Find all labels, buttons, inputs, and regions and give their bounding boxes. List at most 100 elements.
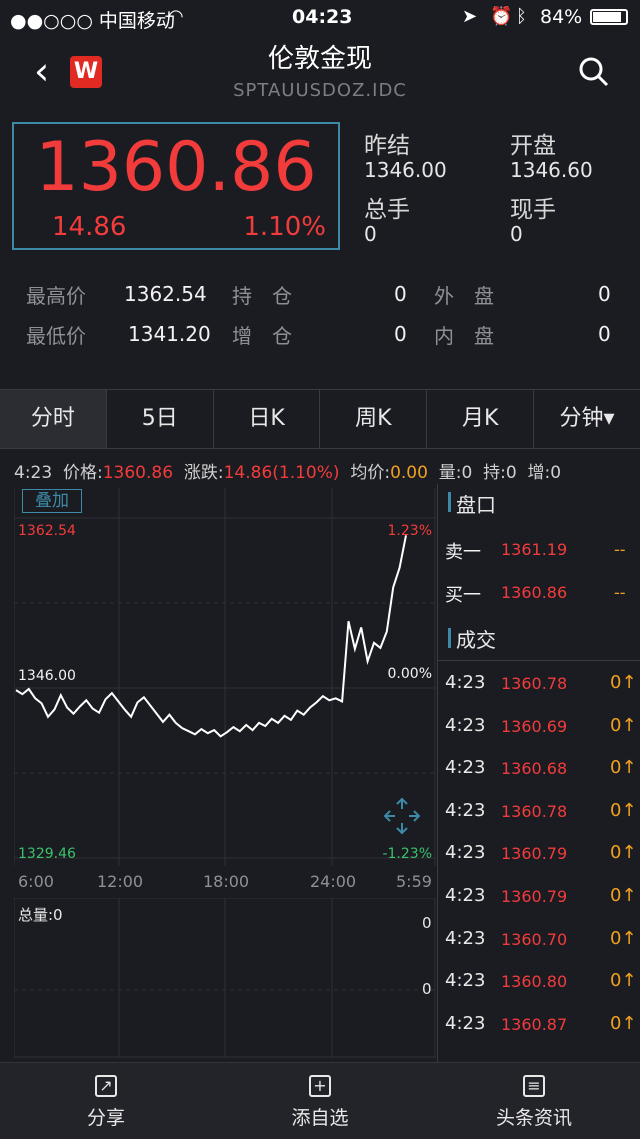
- ask-price: 1361.19: [501, 540, 568, 559]
- trade-row: 4:23 1360.69 0↑: [438, 715, 640, 758]
- low-label: 最低价: [26, 324, 86, 348]
- x-tick-1: 12:00: [97, 872, 144, 891]
- pct-axis-high: 1.23%: [387, 523, 432, 539]
- tab-weekly-k[interactable]: 周K: [320, 390, 428, 448]
- period-tabs: 分时 5日 日K 周K 月K 分钟▾: [0, 389, 640, 449]
- trades-title-marker: [448, 628, 451, 648]
- battery-percent: 84%: [540, 6, 583, 28]
- news-label: 头条资讯: [495, 1107, 572, 1129]
- trade-row: 4:23 1360.87 0↑: [438, 1013, 640, 1056]
- total-label: 总手: [364, 197, 410, 223]
- trade-row: 4:23 1360.78 0↑: [438, 672, 640, 715]
- inc-label: 增 仓: [232, 324, 292, 348]
- trade-time: 4:23: [445, 714, 486, 736]
- open-value: 1346.60: [510, 158, 593, 182]
- tab-intraday[interactable]: 分时: [0, 390, 107, 448]
- info-chg-label: 涨跌:: [183, 463, 224, 483]
- trade-row: 4:23 1360.80 0↑: [438, 970, 640, 1013]
- tab-minute[interactable]: 分钟▾: [534, 390, 640, 448]
- bottom-toolbar: ↗ 分享 + 添自选 ≡ 头条资讯: [0, 1062, 640, 1139]
- plus-icon: +: [309, 1075, 331, 1097]
- bid-price: 1360.86: [501, 583, 568, 602]
- tab-5day[interactable]: 5日: [107, 390, 214, 448]
- add-watchlist-button[interactable]: + 添自选: [260, 1075, 380, 1130]
- prev-close-label: 昨结: [364, 133, 410, 159]
- pct-axis-low: -1.23%: [382, 846, 432, 862]
- volume-axis-bottom: 0: [422, 980, 432, 998]
- info-hold: 持:0: [483, 463, 517, 483]
- info-vol: 量:0: [438, 463, 473, 483]
- order-book-panel: 盘口 卖一 1361.19 -- 买一 1360.86 -- 成交 4:23 13…: [437, 484, 640, 1062]
- x-tick-0: 6:00: [18, 872, 54, 891]
- trade-price: 1360.78: [501, 674, 568, 693]
- trade-price: 1360.70: [501, 929, 568, 949]
- trades-title: 成交: [456, 628, 496, 652]
- intraday-chart[interactable]: [14, 488, 436, 866]
- symbol-code: SPTAUUSDOZ.IDC: [233, 80, 407, 101]
- price-change: 14.86: [52, 212, 127, 242]
- info-inc: 增:0: [527, 463, 562, 483]
- trade-row: 4:23 1360.70 0↑: [438, 928, 640, 971]
- hold-value: 0: [394, 282, 407, 306]
- status-bar: ●●○○○ 中国移动 ◠ 04:23 ➤ ⏰ ᛒ 84%: [0, 0, 640, 36]
- price-change-pct: 1.10%: [243, 212, 326, 242]
- hold-label: 持 仓: [232, 284, 292, 308]
- share-icon: ↗: [95, 1075, 117, 1097]
- trade-list[interactable]: 4:23 1360.78 0↑ 4:23 1360.69 0↑ 4:23 1360.68 0↑ 4…: [438, 672, 640, 1055]
- volume-chart: [14, 898, 436, 1058]
- trade-time: 4:23: [445, 842, 486, 864]
- chart-grid: [14, 488, 436, 866]
- trade-price: 1360.68: [501, 759, 568, 779]
- battery-icon: [590, 9, 628, 25]
- bluetooth-icon: ᛒ: [516, 6, 527, 27]
- overlay-button[interactable]: 叠加: [22, 489, 82, 513]
- wifi-icon: ◠: [168, 6, 184, 27]
- volume-grid: [14, 898, 436, 1058]
- current-label: 现手: [510, 197, 556, 223]
- trade-price: 1360.80: [501, 972, 568, 992]
- tab-monthly-k[interactable]: 月K: [427, 390, 535, 448]
- trade-time: 4:23: [445, 672, 486, 693]
- y-axis-high: 1362.54: [18, 523, 76, 539]
- trade-price: 1360.79: [501, 886, 568, 906]
- trade-row: 4:23 1360.78 0↑: [438, 800, 640, 843]
- open-label: 开盘: [510, 133, 556, 159]
- x-tick-2: 18:00: [203, 872, 250, 891]
- trade-volume: 0↑: [610, 672, 637, 693]
- fullscreen-icon[interactable]: [384, 798, 420, 834]
- bid-volume: --: [614, 583, 626, 602]
- current-value: 0: [510, 222, 523, 246]
- search-icon[interactable]: [578, 56, 610, 88]
- page-title: 伦敦金现: [267, 44, 372, 74]
- trade-volume: 0↑: [610, 799, 637, 821]
- divider: [438, 660, 640, 661]
- trade-volume: 0↑: [610, 842, 637, 864]
- trade-price: 1360.79: [501, 844, 568, 864]
- crosshair-info: 4:23 价格:1360.86 涨跌:14.86(1.10%) 均价:0.00 …: [14, 458, 640, 483]
- info-price: 1360.86: [102, 463, 174, 483]
- info-avg: 0.00: [390, 463, 428, 483]
- last-price: 1360.86: [35, 128, 317, 207]
- trade-row: 4:23 1360.79 0↑: [438, 885, 640, 928]
- trade-volume: 0↑: [610, 884, 637, 906]
- ask-volume: --: [614, 540, 626, 559]
- trade-time: 4:23: [445, 757, 486, 779]
- trade-time: 4:23: [445, 799, 486, 821]
- info-time: 4:23: [14, 463, 53, 483]
- high-value: 1362.54: [124, 282, 207, 306]
- trade-price: 1360.69: [501, 716, 568, 736]
- alarm-icon: ⏰: [490, 6, 513, 27]
- news-button[interactable]: ≡ 头条资讯: [474, 1075, 594, 1130]
- x-tick-4: 5:59: [396, 872, 432, 891]
- total-value: 0: [364, 222, 377, 246]
- trade-row: 4:23 1360.79 0↑: [438, 842, 640, 885]
- low-value: 1341.20: [128, 322, 211, 346]
- trade-time: 4:23: [445, 884, 486, 906]
- price-box: 1360.86 14.86 1.10%: [12, 122, 340, 250]
- trade-volume: 0↑: [610, 927, 637, 949]
- price-line: [15, 535, 407, 738]
- tab-daily-k[interactable]: 日K: [214, 390, 321, 448]
- trade-price: 1360.78: [501, 801, 568, 821]
- pct-axis-mid: 0.00%: [387, 666, 432, 682]
- share-button[interactable]: ↗ 分享: [46, 1075, 166, 1130]
